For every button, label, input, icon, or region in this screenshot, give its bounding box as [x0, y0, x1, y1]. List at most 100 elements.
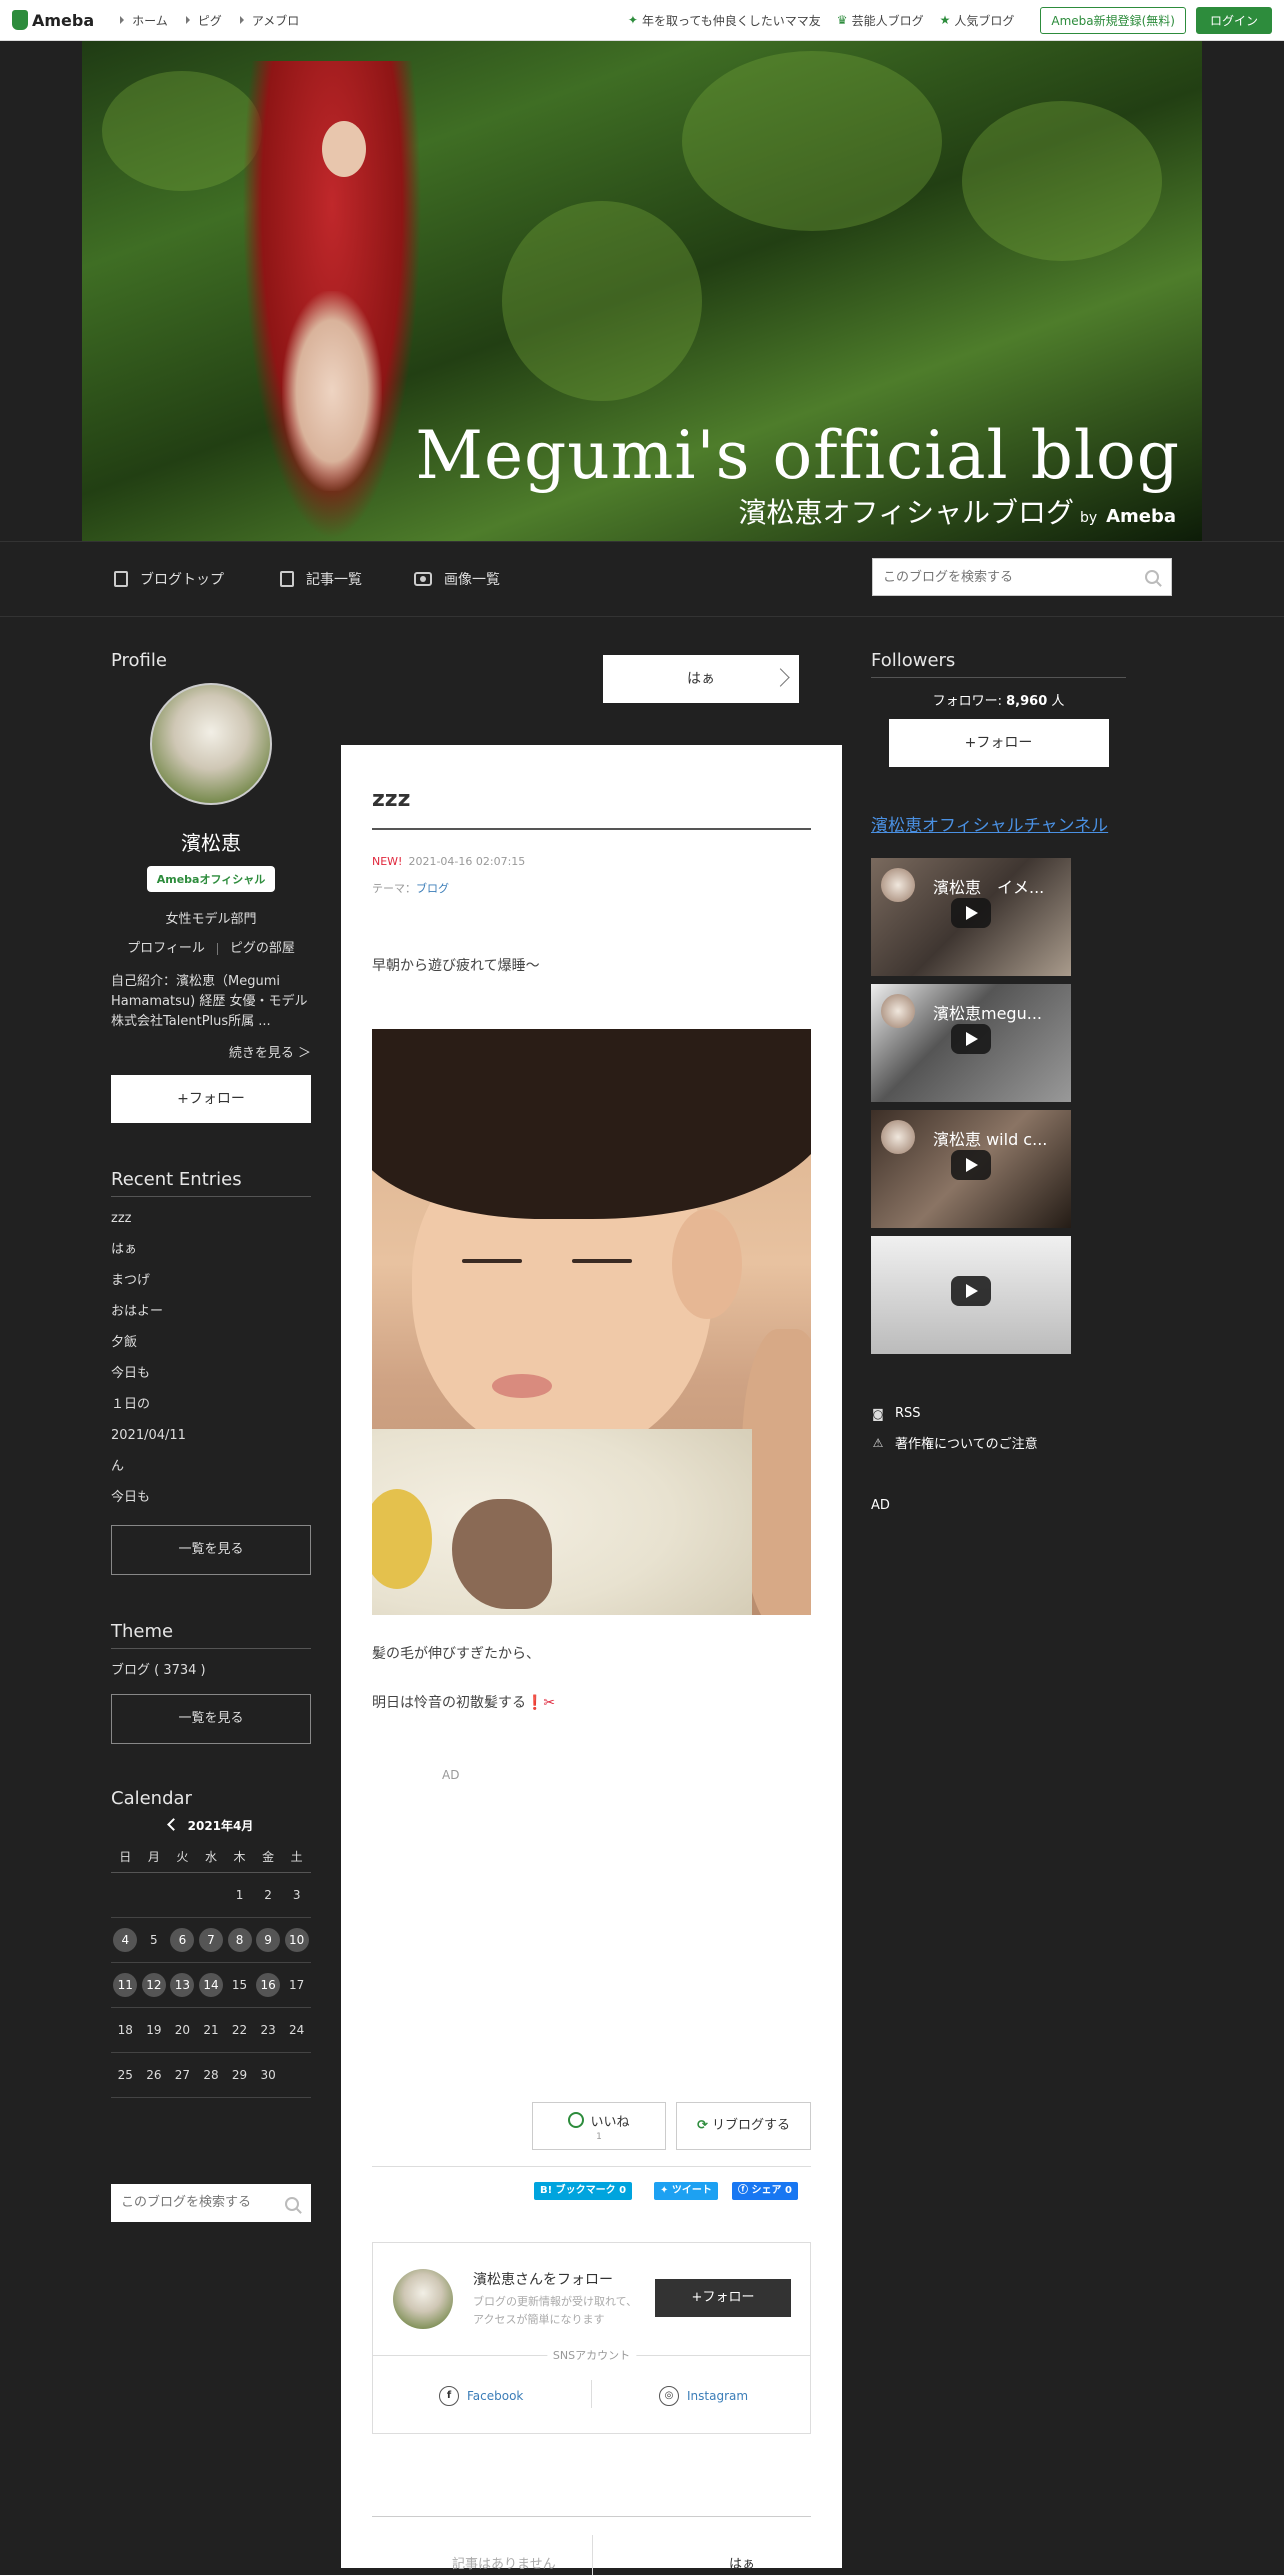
calendar-day: 24 [289, 2023, 305, 2037]
link-celebrity-blog[interactable]: ♛ 芸能人ブログ [837, 12, 924, 29]
calendar-day-link[interactable]: 12 [141, 1973, 166, 1997]
list-item[interactable]: 夕飯 [111, 1327, 311, 1358]
blog-header-image[interactable]: Megumi's official blog 濱松恵オフィシャルブログ by Am… [82, 41, 1202, 541]
list-item[interactable]: 今日も [111, 1358, 311, 1389]
facebook-share-button[interactable]: ⓕ シェア 0 [732, 2182, 798, 2200]
calendar-day-link[interactable]: 7 [198, 1928, 223, 1952]
play-icon[interactable] [951, 1150, 991, 1180]
calendar-day-link[interactable]: 4 [113, 1928, 138, 1952]
nav-ameblo[interactable]: アメブロ [240, 12, 299, 29]
play-icon[interactable] [951, 1276, 991, 1306]
login-button[interactable]: ログイン [1195, 6, 1272, 34]
calendar-day-link[interactable]: 16 [256, 1973, 281, 1997]
rss-icon: ◙ [872, 1406, 884, 1421]
followers-follow-button[interactable]: +フォロー [888, 719, 1109, 767]
theme-item[interactable]: ブログ ( 3734 ) [111, 1659, 311, 1678]
calendar-day-link[interactable]: 11 [113, 1973, 138, 1997]
calendar-day: 1 [235, 1888, 244, 1902]
video-thumbnail[interactable] [871, 1236, 1071, 1354]
facebook-link[interactable]: f Facebook [439, 2386, 523, 2406]
list-item[interactable]: はぁ [111, 1234, 311, 1265]
theme-see-all-button[interactable]: 一覧を見る [111, 1694, 311, 1744]
ameba-logo[interactable]: Ameba [12, 10, 94, 30]
profile-name[interactable]: 濱松恵 [111, 827, 311, 856]
calendar-cell [168, 1872, 197, 1918]
official-channel-link[interactable]: 濱松恵オフィシャルチャンネル [871, 811, 1126, 836]
chevron-left-icon[interactable] [166, 1818, 180, 1831]
nav-pigg[interactable]: ピグ [186, 12, 222, 29]
prev-entry-button[interactable]: はぁ [603, 655, 799, 703]
search-icon[interactable] [1145, 570, 1159, 584]
prev-entry-link[interactable]: はぁ [729, 2553, 755, 2572]
foliage-shape [102, 71, 262, 191]
side-search-input[interactable] [111, 2184, 371, 2220]
calendar-cell: 27 [168, 2052, 197, 2098]
tab-blog-top[interactable]: ブログトップ [114, 542, 224, 616]
calendar-week: 1 2 3 [111, 1872, 311, 1918]
avatar[interactable] [150, 683, 272, 805]
list-item[interactable]: おはよー [111, 1296, 311, 1327]
instagram-link[interactable]: ◎ Instagram [659, 2386, 748, 2406]
follow-box: 濱松恵さんをフォロー ブログの更新情報が受け取れて、アクセスが簡単になります +… [372, 2242, 811, 2434]
calendar-weekday: 火 [168, 1840, 197, 1873]
calendar-day-link[interactable]: 10 [284, 1928, 309, 1952]
link-mamatomo[interactable]: ✦ 年を取っても仲良くしたいママ友 [628, 12, 821, 29]
list-item[interactable]: １日の [111, 1389, 311, 1420]
tab-entry-list-label: 記事一覧 [306, 572, 362, 588]
play-icon[interactable] [951, 898, 991, 928]
ad-label: AD [871, 1498, 890, 1513]
follow-box-desc: ブログの更新情報が受け取れて、アクセスが簡単になります [473, 2295, 638, 2326]
copyright-link[interactable]: ⚠ 著作権についてのご注意 [871, 1433, 1126, 1453]
photo-shape [742, 1329, 811, 1615]
tweet-button[interactable]: ✦ ツイート [654, 2182, 718, 2200]
avatar[interactable] [393, 2269, 453, 2329]
list-item[interactable]: ん [111, 1451, 311, 1482]
entry-title[interactable]: zzz [372, 787, 811, 830]
like-button[interactable]: いいね 1 [532, 2102, 666, 2150]
tab-image-list-label: 画像一覧 [444, 572, 500, 588]
video-thumbnail[interactable]: 濱松恵megu... [871, 984, 1071, 1102]
tab-entry-list[interactable]: 記事一覧 [280, 542, 362, 616]
recent-see-all-button[interactable]: 一覧を見る [111, 1525, 311, 1575]
video-thumbnail[interactable]: 濱松恵 イメ... [871, 858, 1071, 976]
calendar-day-link[interactable]: 9 [256, 1928, 281, 1952]
warning-icon: ⚠ [872, 1435, 884, 1450]
blog-search-input[interactable] [873, 559, 1133, 595]
list-item[interactable]: 2021/04/11 [111, 1420, 311, 1451]
hatena-bookmark-button[interactable]: B! ブックマーク 0 [534, 2182, 633, 2200]
calendar-day-link[interactable]: 8 [227, 1928, 252, 1952]
pigg-room-link[interactable]: ピグの部屋 [230, 941, 295, 956]
register-button[interactable]: Ameba新規登録(無料) [1040, 6, 1186, 34]
list-item[interactable]: まつげ [111, 1265, 311, 1296]
calendar-weekday: 土 [282, 1840, 311, 1873]
calendar-weekday: 木 [225, 1840, 254, 1873]
list-item[interactable]: 今日も [111, 1482, 311, 1513]
official-badge[interactable]: Amebaオフィシャル [147, 866, 275, 892]
reblog-button[interactable]: ⟳ リブログする [676, 2102, 811, 2150]
calendar-day-link[interactable]: 14 [198, 1973, 223, 1997]
star-icon: ✦ [627, 13, 638, 27]
follow-box-button[interactable]: +フォロー [655, 2279, 791, 2317]
calendar-day: 19 [146, 2023, 162, 2037]
profile-link[interactable]: プロフィール [127, 941, 205, 956]
video-thumbnail[interactable]: 濱松恵 wild c... [871, 1110, 1071, 1228]
calendar-day: 15 [231, 1978, 248, 1992]
facebook-share-label: シェア 0 [751, 2185, 792, 2196]
calendar-day-link[interactable]: 13 [170, 1973, 195, 1997]
profile-follow-button[interactable]: +フォロー [111, 1075, 311, 1123]
photo-shape [462, 1259, 522, 1263]
search-icon[interactable] [285, 2197, 299, 2211]
entry-theme-link[interactable]: ブログ [416, 882, 449, 895]
link-popular-blog[interactable]: ★ 人気ブログ [940, 12, 1015, 29]
profile-more-link[interactable]: 続きを見る ＞ [111, 1042, 311, 1061]
link-popular-blog-label: 人気ブログ [954, 13, 1015, 28]
nav-home[interactable]: ホーム [120, 12, 168, 29]
play-icon[interactable] [951, 1024, 991, 1054]
rss-link[interactable]: ◙ RSS [871, 1406, 1126, 1421]
list-item[interactable]: zzz [111, 1203, 311, 1234]
profile-genre[interactable]: 女性モデル部門 [111, 908, 311, 927]
tab-image-list[interactable]: 画像一覧 [414, 542, 500, 616]
entry-photo[interactable] [372, 1029, 811, 1615]
calendar-day: 3 [292, 1888, 301, 1902]
calendar-day-link[interactable]: 6 [170, 1928, 195, 1952]
